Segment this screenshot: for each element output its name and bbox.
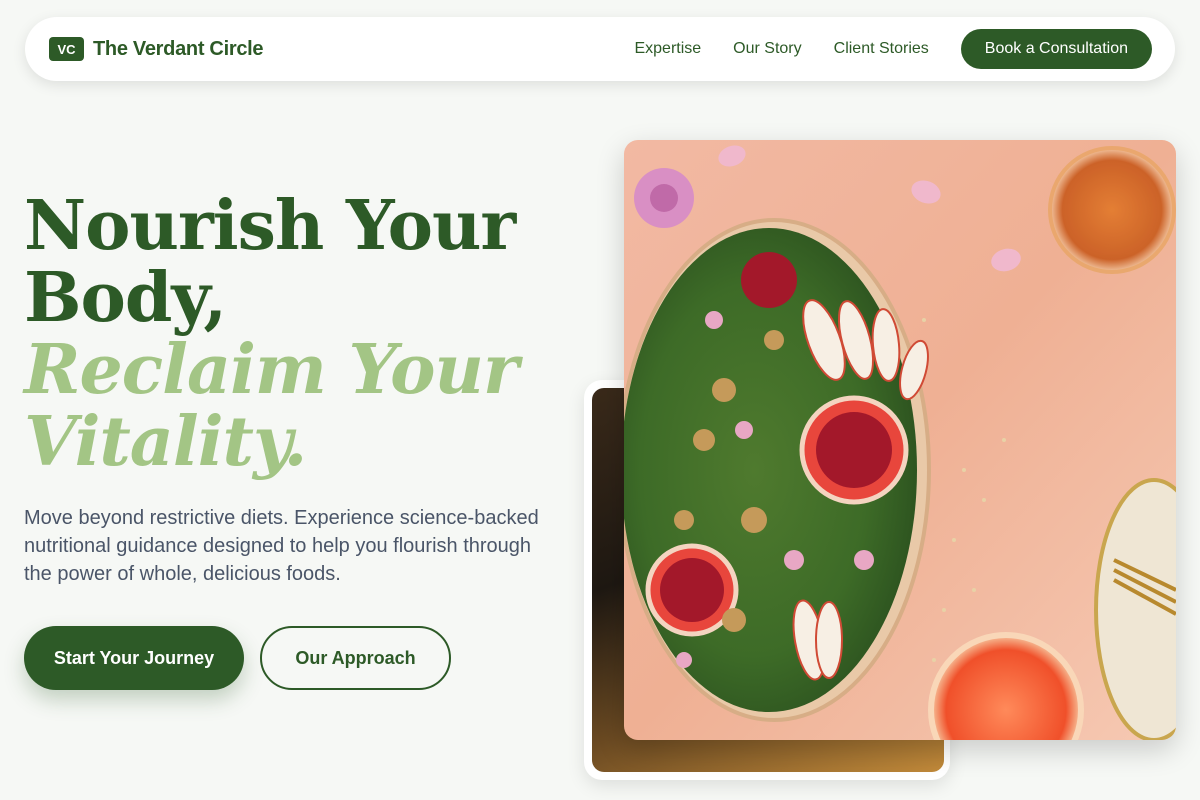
headline-line-2: Body, xyxy=(24,258,227,338)
our-approach-button[interactable]: Our Approach xyxy=(260,626,451,690)
brand-logo: VC xyxy=(49,37,84,61)
brand-name: The Verdant Circle xyxy=(93,37,264,60)
drink-glass xyxy=(1048,146,1176,274)
hero-salad-image xyxy=(624,140,1176,740)
headline-line-1: Nourish Your xyxy=(24,186,516,266)
main-nav: Expertise Our Story Client Stories Book … xyxy=(634,29,1152,69)
hero-headline: Nourish Your Body, Reclaim Your Vitality… xyxy=(24,190,584,478)
nav-link-our-story[interactable]: Our Story xyxy=(733,40,801,58)
site-header: VC The Verdant Circle Expertise Our Stor… xyxy=(25,17,1175,81)
book-consultation-button[interactable]: Book a Consultation xyxy=(960,29,1152,69)
brand[interactable]: VC The Verdant Circle xyxy=(49,37,264,61)
nav-link-client-stories[interactable]: Client Stories xyxy=(834,40,929,58)
headline-line-4: Vitality. xyxy=(24,402,307,482)
nav-link-expertise[interactable]: Expertise xyxy=(634,40,701,58)
start-journey-button[interactable]: Start Your Journey xyxy=(24,626,244,690)
hero-description: Move beyond restrictive diets. Experienc… xyxy=(24,507,539,585)
headline-line-3: Reclaim Your xyxy=(24,330,519,410)
